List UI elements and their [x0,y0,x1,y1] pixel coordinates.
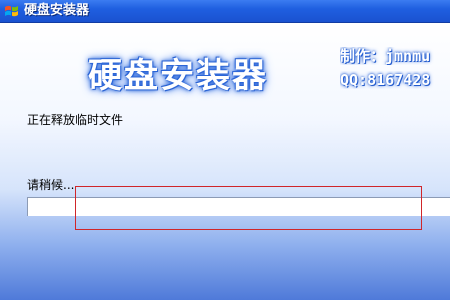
status-message: 正在释放临时文件 [27,113,124,127]
windows-flag-icon [5,5,18,17]
title-bar[interactable]: 硬盘安装器 [0,0,450,23]
wait-label: 请稍候... [27,178,75,192]
client-area: 硬盘安装器 制作：jmnmu QQ:8167428 正在释放临时文件 请稍候..… [0,23,450,300]
progress-bar [27,197,450,216]
window-title: 硬盘安装器 [24,3,90,18]
installer-window: 硬盘安装器 硬盘安装器 制作：jmnmu QQ:8167428 正在释放临时文件… [0,0,450,300]
qq-credit: QQ:8167428 [340,71,431,89]
banner-title: 硬盘安装器 [88,56,268,96]
author-credit: 制作：jmnmu [340,47,431,65]
